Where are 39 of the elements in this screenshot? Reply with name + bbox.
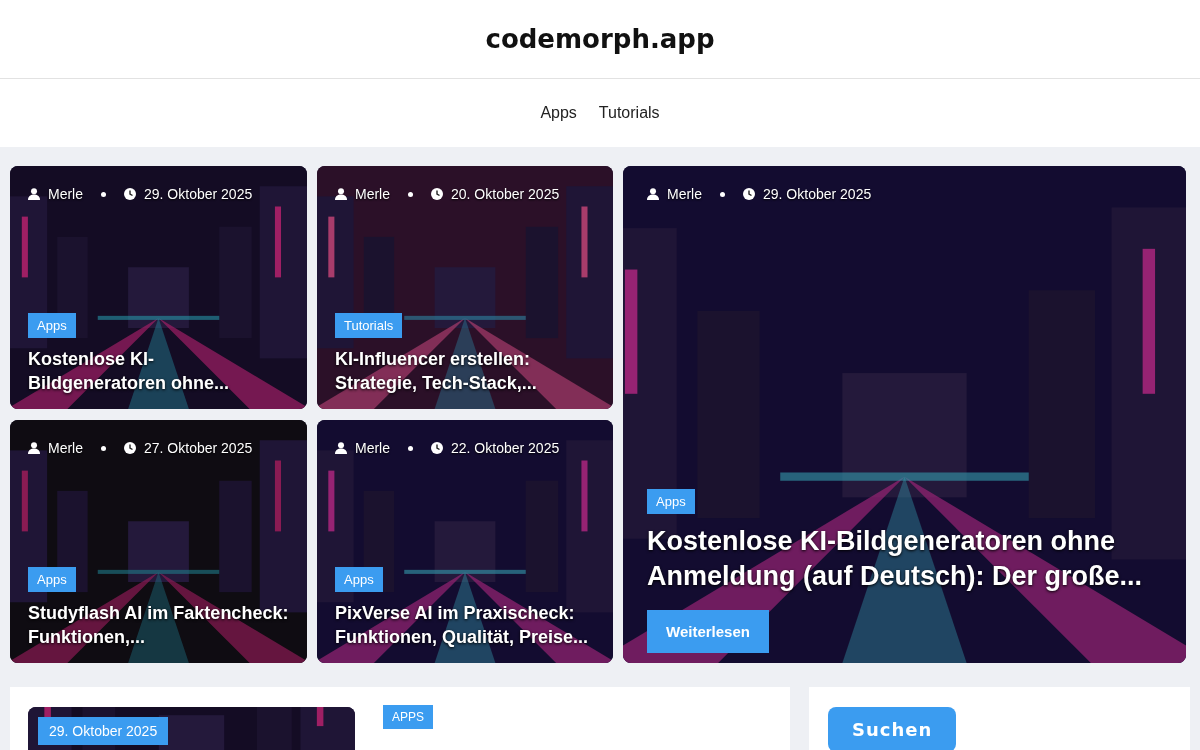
user-icon [335, 442, 347, 454]
post-date: 20. Oktober 2025 [451, 186, 560, 202]
post-title[interactable]: Kostenlose KI-Bildgeneratoren ohne... [28, 348, 289, 395]
post-author[interactable]: Merle [355, 186, 390, 202]
separator-dot [101, 191, 106, 197]
post-title[interactable]: Studyflash AI im Faktencheck: Funktionen,... [28, 602, 289, 649]
post-date: 29. Oktober 2025 [144, 186, 253, 202]
clock-icon [124, 442, 136, 454]
post-author[interactable]: Merle [48, 186, 83, 202]
nav-link[interactable]: Tutorials [598, 104, 660, 122]
user-icon [28, 188, 40, 200]
post-card[interactable]: Merle 27. Oktober 2025 Apps Studyflash AI im Faktencheck: Funktionen,... [10, 420, 307, 663]
separator-dot [101, 445, 106, 451]
post-date: 22. Oktober 2025 [451, 440, 560, 456]
post-title[interactable]: Kostenlose KI-Bildgeneratoren ohne Anmeldung (auf Deutsch): Der große... [647, 523, 1162, 594]
clock-icon [743, 188, 755, 200]
user-icon [647, 188, 659, 200]
post-title[interactable]: KI-Influencer erstellen: Strategie, Tech-Stack,... [335, 348, 595, 395]
user-icon [28, 442, 40, 454]
separator-dot [408, 191, 413, 197]
clock-icon [124, 188, 136, 200]
clock-icon [431, 188, 443, 200]
nav-link[interactable]: Apps [540, 104, 577, 122]
post-author[interactable]: Merle [667, 186, 702, 202]
site-logo[interactable]: codemorph.app [485, 24, 715, 54]
post-card[interactable]: Merle 29. Oktober 2025 Apps Kostenlose KI-Bildgeneratoren ohne Anmeldung (auf Deutsch): Der große... Weiterlesen [623, 166, 1186, 663]
post-title[interactable]: PixVerse AI im Praxischeck: Funktionen, Qualität, Preise... [335, 602, 595, 649]
post-card[interactable]: Merle 22. Oktober 2025 Apps PixVerse AI im Praxischeck: Funktionen, Qualität, Preise... [317, 420, 613, 663]
post-card[interactable]: Merle 29. Oktober 2025 Apps Kostenlose KI-Bildgeneratoren ohne... [10, 166, 307, 409]
user-icon [335, 188, 347, 200]
post-card[interactable]: Merle 20. Oktober 2025 Tutorials KI-Influencer erstellen: Strategie, Tech-Stack,... [317, 166, 613, 409]
post-author[interactable]: Merle [355, 440, 390, 456]
separator-dot [720, 191, 725, 197]
clock-icon [431, 442, 443, 454]
separator-dot [408, 445, 413, 451]
post-date: 27. Oktober 2025 [144, 440, 253, 456]
post-date: 29. Oktober 2025 [763, 186, 872, 202]
date-badge: 29. Oktober 2025 [38, 717, 169, 745]
post-author[interactable]: Merle [48, 440, 83, 456]
